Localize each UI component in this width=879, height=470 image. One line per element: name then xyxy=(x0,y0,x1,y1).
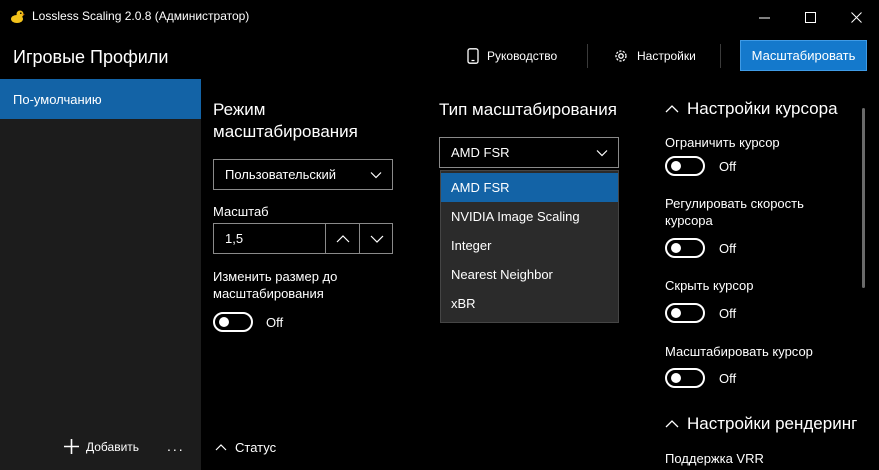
scaling-mode-value: Пользовательский xyxy=(225,167,337,182)
add-profile-label: Добавить xyxy=(86,439,140,454)
toggle-knob xyxy=(671,373,681,383)
limit-cursor-label: Ограничить курсор xyxy=(665,135,780,150)
status-label: Статус xyxy=(235,440,277,455)
gear-icon xyxy=(615,50,627,62)
maximize-icon xyxy=(804,11,816,23)
guide-button[interactable]: Руководство xyxy=(467,46,557,66)
hide-cursor-toggle[interactable] xyxy=(665,303,705,323)
sidebar-item-default[interactable]: По-умолчанию xyxy=(0,79,201,119)
cursor-speed-state: Off xyxy=(719,241,737,256)
chevron-up-icon xyxy=(336,234,349,242)
scale-input[interactable]: 1,5 xyxy=(225,231,243,246)
hide-cursor-label: Скрыть курсор xyxy=(665,278,754,293)
toggle-knob xyxy=(671,308,681,318)
status-header[interactable]: Статус xyxy=(215,440,276,455)
chevron-down-icon xyxy=(370,172,382,179)
cursor-speed-toggle[interactable] xyxy=(665,238,705,258)
resize-before-scaling-toggle[interactable] xyxy=(213,312,253,332)
scale-cursor-label: Масштабировать курсор xyxy=(665,344,813,359)
limit-cursor-toggle[interactable] xyxy=(665,156,705,176)
window-title: Lossless Scaling 2.0.8 (Администратор) xyxy=(32,9,250,23)
toggle-knob xyxy=(219,317,229,327)
render-settings-heading: Настройки рендеринг xyxy=(687,414,858,433)
title-bar: Lossless Scaling 2.0.8 (Администратор) xyxy=(0,0,879,34)
guide-label: Руководство xyxy=(487,49,558,63)
phone-icon xyxy=(467,48,479,64)
option-nvidia-image-scaling[interactable]: NVIDIA Image Scaling xyxy=(441,202,618,231)
header-divider xyxy=(720,44,721,68)
vrr-support-text: Поддержка VRR xyxy=(665,451,764,466)
chevron-up-icon xyxy=(665,105,679,113)
hide-cursor-state: Off xyxy=(719,306,737,321)
settings-label: Настройки xyxy=(637,49,696,63)
scaling-type-options: AMD FSR NVIDIA Image Scaling Integer Nea… xyxy=(440,170,619,323)
page-title: Игровые Профили xyxy=(13,47,169,67)
scale-cursor-state: Off xyxy=(719,371,737,386)
option-integer[interactable]: Integer xyxy=(441,231,618,260)
more-options-button[interactable]: ... xyxy=(167,438,185,454)
option-xbr[interactable]: xBR xyxy=(441,289,618,318)
scaling-type-value: AMD FSR xyxy=(451,145,510,160)
render-settings-header[interactable]: Настройки рендеринг xyxy=(665,414,857,434)
scale-button[interactable]: Масштабировать xyxy=(740,40,867,71)
resize-before-scaling-label: Изменить размер до масштабирования xyxy=(213,269,338,301)
scale-stepper: 1,5 xyxy=(213,223,393,254)
resize-before-scaling-state: Off xyxy=(266,315,284,330)
chevron-up-icon xyxy=(665,420,679,428)
scaling-type-heading: Тип масштабирования xyxy=(439,100,617,119)
maximize-button[interactable] xyxy=(787,0,833,34)
settings-scrollbar[interactable] xyxy=(862,108,865,288)
limit-cursor-state: Off xyxy=(719,159,737,174)
cursor-settings-header[interactable]: Настройки курсора xyxy=(665,99,838,119)
cursor-speed-label: Регулировать скорость курсора xyxy=(665,196,804,228)
scale-increase-button[interactable] xyxy=(325,224,359,253)
chevron-down-icon xyxy=(596,150,608,157)
cursor-settings-heading: Настройки курсора xyxy=(687,99,838,118)
plus-icon xyxy=(64,439,79,454)
header-divider xyxy=(587,44,588,68)
scaling-mode-heading: Режим масштабирования xyxy=(213,100,358,141)
settings-button[interactable]: Настройки xyxy=(613,46,696,66)
app-header: Игровые Профили Руководство Настройки Ма… xyxy=(0,34,879,79)
scale-cursor-toggle[interactable] xyxy=(665,368,705,388)
minimize-button[interactable] xyxy=(741,0,787,34)
chevron-down-icon xyxy=(370,235,383,243)
vrr-support-label: Поддержка VRR xyxy=(665,450,764,470)
add-profile-button[interactable]: Добавить xyxy=(64,439,139,454)
toggle-knob xyxy=(671,161,681,171)
toggle-knob xyxy=(671,243,681,253)
option-nearest-neighbor[interactable]: Nearest Neighbor xyxy=(441,260,618,289)
scale-label: Масштаб xyxy=(213,204,269,219)
scaling-mode-dropdown[interactable]: Пользовательский xyxy=(213,159,393,190)
duck-app-icon xyxy=(11,10,25,23)
close-button[interactable] xyxy=(833,0,879,34)
minimize-icon xyxy=(758,17,770,18)
option-amd-fsr[interactable]: AMD FSR xyxy=(441,173,618,202)
close-icon xyxy=(850,11,862,23)
profiles-sidebar: По-умолчанию Добавить ... xyxy=(0,79,201,470)
chevron-up-icon xyxy=(215,444,227,451)
scaling-type-dropdown[interactable]: AMD FSR xyxy=(439,137,619,168)
scale-decrease-button[interactable] xyxy=(359,224,393,253)
